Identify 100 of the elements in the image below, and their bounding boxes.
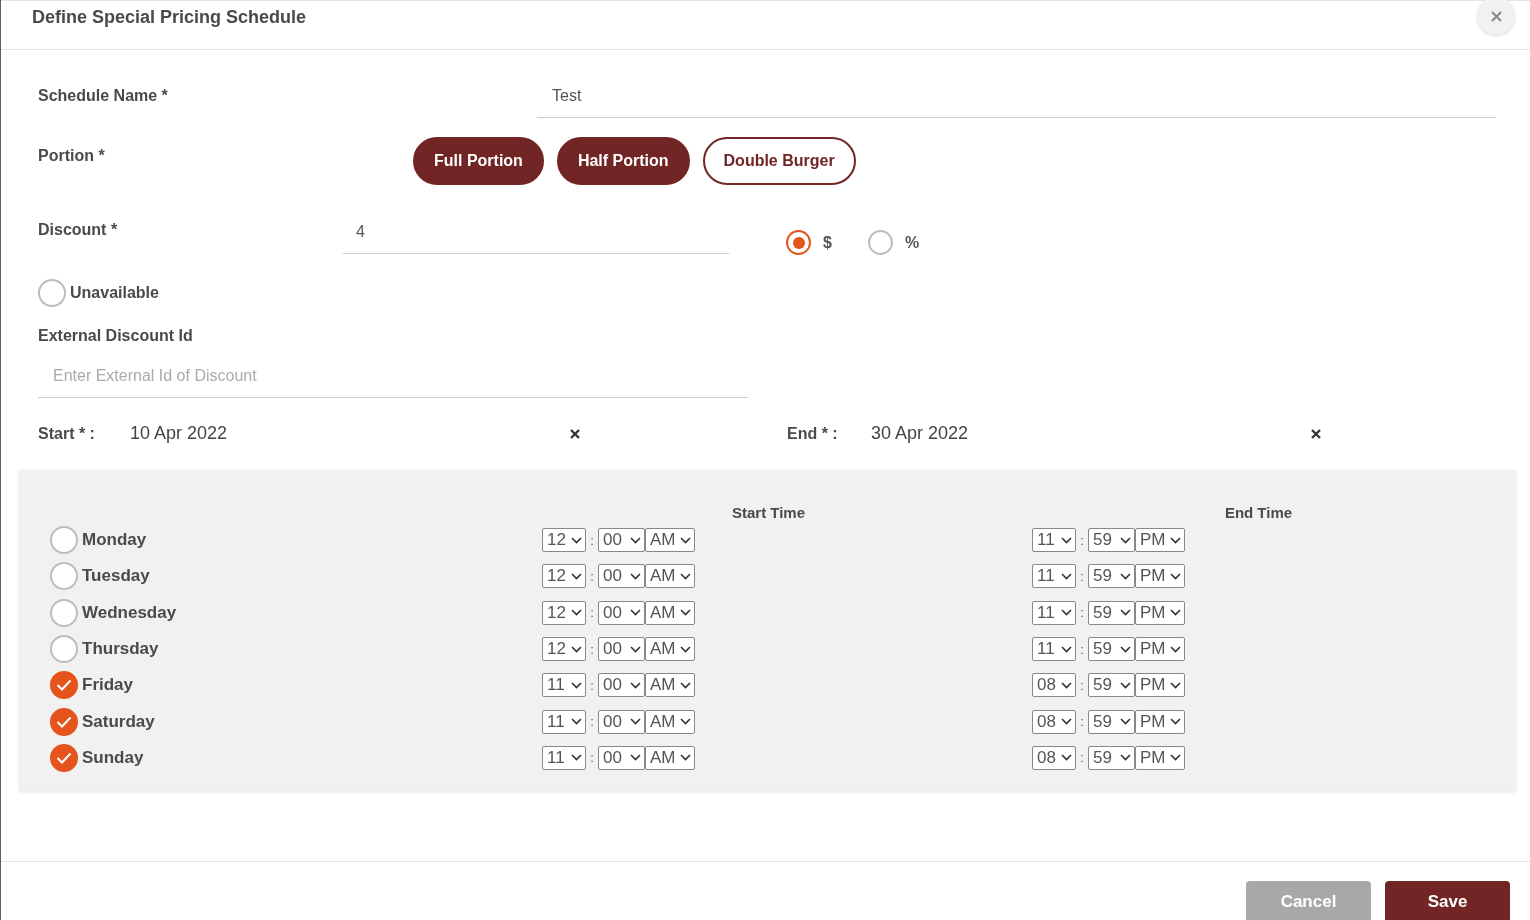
chevron-down-icon <box>571 572 582 580</box>
hour-select[interactable]: 11 <box>1032 564 1076 589</box>
portion-button[interactable]: Half Portion <box>556 137 690 185</box>
checkbox[interactable] <box>50 707 78 736</box>
day-label: Wednesday <box>82 602 177 623</box>
clear-icon[interactable] <box>570 428 580 439</box>
clear-icon[interactable] <box>1311 428 1321 439</box>
minute-select[interactable]: 00 <box>598 564 645 589</box>
date-value: 30 Apr 2022 <box>871 423 970 444</box>
input-field[interactable]: Test <box>537 74 1496 118</box>
input-field[interactable]: 4 <box>343 210 729 254</box>
period-select[interactable]: PM <box>1135 637 1185 662</box>
minute-select[interactable]: 59 <box>1088 600 1135 625</box>
day-label: Friday <box>82 675 134 696</box>
colon-separator: : <box>1079 532 1085 548</box>
hour-select[interactable]: 08 <box>1032 709 1076 734</box>
checkbox[interactable] <box>50 743 78 772</box>
period-select[interactable]: AM <box>645 745 695 770</box>
portion-button[interactable]: Full Portion <box>413 137 544 185</box>
colon-separator: : <box>589 714 595 730</box>
minute-select[interactable]: 00 <box>598 528 645 553</box>
chevron-down-icon <box>680 536 691 544</box>
chevron-down-icon <box>1120 609 1131 617</box>
chevron-down-icon <box>680 754 691 762</box>
colon-separator: : <box>589 750 595 766</box>
chevron-down-icon <box>571 645 582 653</box>
period-select[interactable]: AM <box>645 564 695 589</box>
minute-select[interactable]: 00 <box>598 673 645 698</box>
period-select[interactable]: PM <box>1135 600 1185 625</box>
period-select[interactable]: AM <box>645 637 695 662</box>
close-button[interactable] <box>1477 0 1515 35</box>
minute-select[interactable]: 59 <box>1088 745 1135 770</box>
minute-select[interactable]: 59 <box>1088 528 1135 553</box>
minute-select[interactable]: 59 <box>1088 709 1135 734</box>
save-button[interactable]: Save <box>1385 881 1510 920</box>
day-label: Tuesday <box>82 566 150 587</box>
chevron-down-icon <box>1061 718 1072 726</box>
hour-select[interactable]: 12 <box>542 600 586 625</box>
minute-select[interactable]: 59 <box>1088 637 1135 662</box>
checkbox-label: Unavailable <box>70 284 159 302</box>
minute-select[interactable]: 00 <box>598 637 645 662</box>
checkbox[interactable] <box>50 598 78 627</box>
radio-button[interactable] <box>867 230 893 255</box>
checkbox[interactable] <box>50 526 78 555</box>
checkmark-icon <box>56 715 72 728</box>
hour-select[interactable]: 12 <box>542 564 586 589</box>
hour-select[interactable]: 08 <box>1032 673 1076 698</box>
chevron-down-icon <box>630 609 641 617</box>
field-label: Schedule Name * <box>38 87 169 105</box>
hour-select[interactable]: 11 <box>542 745 586 770</box>
colon-separator: : <box>589 605 595 621</box>
portion-button[interactable]: Double Burger <box>702 137 856 185</box>
checkbox[interactable] <box>50 671 78 700</box>
period-select[interactable]: PM <box>1135 745 1185 770</box>
hour-select[interactable]: 12 <box>542 528 586 553</box>
period-select[interactable]: AM <box>645 709 695 734</box>
unit-label: $ <box>823 233 832 252</box>
day-label: Sunday <box>82 747 144 768</box>
checkbox[interactable] <box>38 279 66 307</box>
chevron-down-icon <box>1061 754 1072 762</box>
hour-select[interactable]: 12 <box>542 637 586 662</box>
checkbox[interactable] <box>50 562 78 591</box>
minute-select[interactable]: 59 <box>1088 673 1135 698</box>
chevron-down-icon <box>1120 572 1131 580</box>
column-heading: Start Time <box>730 503 807 521</box>
colon-separator: : <box>589 568 595 584</box>
chevron-down-icon <box>680 572 691 580</box>
checkbox[interactable] <box>50 635 78 664</box>
period-select[interactable]: AM <box>645 673 695 698</box>
minute-select[interactable]: 00 <box>598 709 645 734</box>
chevron-down-icon <box>630 572 641 580</box>
period-select[interactable]: PM <box>1135 709 1185 734</box>
hour-select[interactable]: 11 <box>542 673 586 698</box>
period-select[interactable]: AM <box>645 528 695 553</box>
chevron-down-icon <box>1170 536 1181 544</box>
checkmark-icon <box>56 679 72 692</box>
hour-select[interactable]: 11 <box>1032 637 1076 662</box>
checkmark-icon <box>56 751 72 764</box>
date-value: 10 Apr 2022 <box>130 423 229 444</box>
period-select[interactable]: AM <box>645 600 695 625</box>
chevron-down-icon <box>1120 754 1131 762</box>
hour-select[interactable]: 11 <box>1032 528 1076 553</box>
field-label: Discount * <box>38 221 119 239</box>
period-select[interactable]: PM <box>1135 528 1185 553</box>
field-label: External Discount Id <box>38 327 194 345</box>
chevron-down-icon <box>571 681 582 689</box>
hour-select[interactable]: 11 <box>542 709 586 734</box>
colon-separator: : <box>1079 568 1085 584</box>
chevron-down-icon <box>630 645 641 653</box>
period-select[interactable]: PM <box>1135 673 1185 698</box>
chevron-down-icon <box>571 609 582 617</box>
hour-select[interactable]: 11 <box>1032 600 1076 625</box>
period-select[interactable]: PM <box>1135 564 1185 589</box>
hour-select[interactable]: 08 <box>1032 745 1076 770</box>
colon-separator: : <box>1079 750 1085 766</box>
minute-select[interactable]: 59 <box>1088 564 1135 589</box>
radio-button[interactable] <box>786 230 811 255</box>
minute-select[interactable]: 00 <box>598 745 645 770</box>
minute-select[interactable]: 00 <box>598 600 645 625</box>
chevron-down-icon <box>571 536 582 544</box>
